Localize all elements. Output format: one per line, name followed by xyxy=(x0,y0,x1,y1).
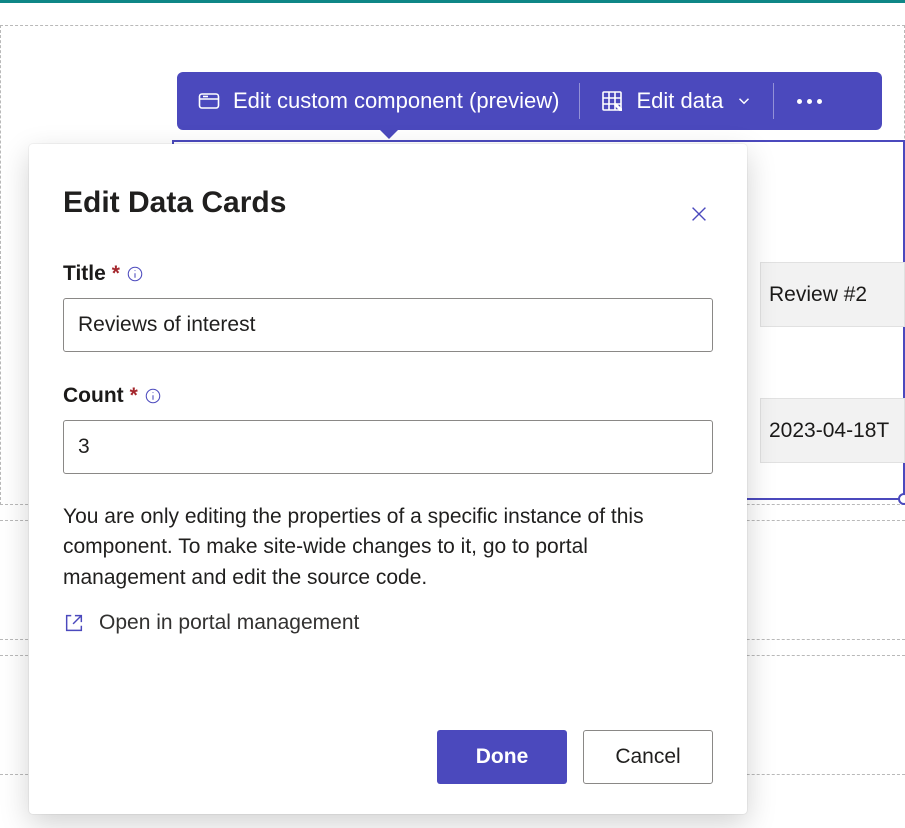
info-icon[interactable] xyxy=(144,387,162,405)
top-accent-line xyxy=(0,0,905,3)
chevron-down-icon xyxy=(735,92,753,110)
open-external-icon xyxy=(63,612,85,634)
component-toolbar: Edit custom component (preview) Edit dat… xyxy=(177,72,882,130)
more-icon xyxy=(792,99,826,104)
count-label-text: Count xyxy=(63,384,124,408)
count-input[interactable] xyxy=(63,420,713,474)
toolbar-pointer xyxy=(378,128,400,139)
edit-data-cards-panel: Edit Data Cards Title * Count * You are … xyxy=(29,144,747,814)
panel-actions: Done Cancel xyxy=(437,730,713,784)
table-cell: Review #2 xyxy=(760,262,905,327)
instance-edit-hint: You are only editing the properties of a… xyxy=(63,502,713,593)
title-label-text: Title xyxy=(63,262,106,286)
edit-data-label: Edit data xyxy=(636,88,723,114)
edit-custom-component-button[interactable]: Edit custom component (preview) xyxy=(177,72,579,130)
close-icon xyxy=(688,203,710,225)
edit-data-icon xyxy=(600,89,624,113)
done-button[interactable]: Done xyxy=(437,730,567,784)
count-label: Count * xyxy=(63,384,713,408)
close-button[interactable] xyxy=(679,194,719,234)
more-actions-button[interactable] xyxy=(774,72,844,130)
component-icon xyxy=(197,89,221,113)
info-icon[interactable] xyxy=(126,265,144,283)
required-marker: * xyxy=(130,384,138,408)
required-marker: * xyxy=(112,262,120,286)
title-label: Title * xyxy=(63,262,713,286)
panel-title: Edit Data Cards xyxy=(63,186,713,220)
cancel-button[interactable]: Cancel xyxy=(583,730,713,784)
edit-data-button[interactable]: Edit data xyxy=(580,72,773,130)
open-portal-management-link[interactable]: Open in portal management xyxy=(63,611,359,635)
count-field: Count * xyxy=(63,384,713,474)
title-input[interactable] xyxy=(63,298,713,352)
resize-handle[interactable] xyxy=(898,493,905,505)
table-cell: 2023-04-18T xyxy=(760,398,905,463)
title-field: Title * xyxy=(63,262,713,352)
edit-custom-component-label: Edit custom component (preview) xyxy=(233,88,559,114)
open-portal-management-label: Open in portal management xyxy=(99,611,359,635)
